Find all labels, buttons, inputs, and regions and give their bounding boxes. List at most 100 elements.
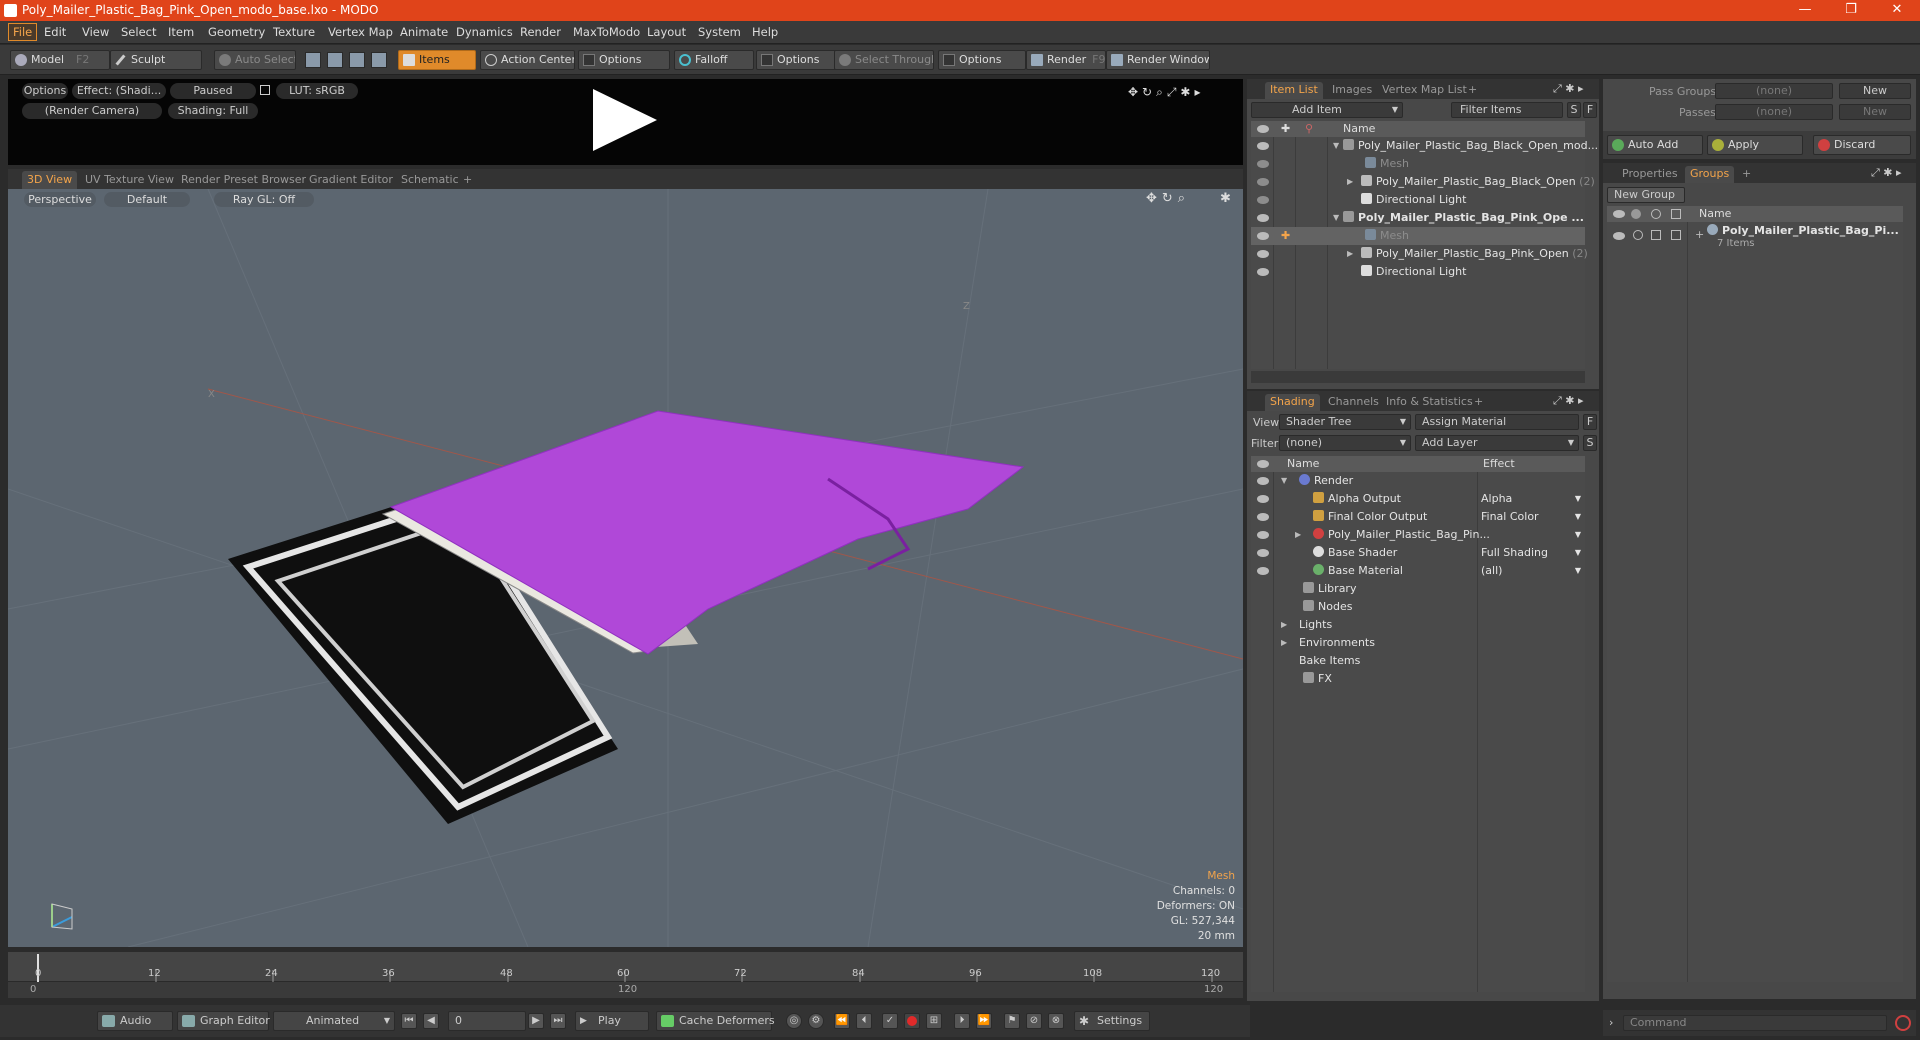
shader-row-fx[interactable]: FX — [1303, 670, 1332, 688]
group-visibility-eye-icon[interactable] — [1613, 232, 1625, 240]
group-render-icon[interactable] — [1633, 230, 1643, 240]
expand-arrow-icon[interactable]: ▶ — [1347, 177, 1353, 186]
frame-input[interactable]: 0 — [448, 1011, 526, 1031]
timeline[interactable]: 0 12 24 36 48 60 72 84 96 108 120 0 120 … — [8, 952, 1243, 998]
menu-view[interactable]: View — [82, 25, 109, 39]
menu-edit[interactable]: Edit — [44, 25, 66, 39]
item-visibility-eye-icon[interactable] — [1257, 160, 1269, 168]
expand-arrow-icon[interactable]: ▶ — [1281, 638, 1287, 647]
restore-button[interactable]: ❐ — [1828, 0, 1874, 21]
channel-red-icon[interactable]: ⊘ — [1026, 1013, 1042, 1029]
item-visibility-eye-icon[interactable] — [1257, 178, 1269, 186]
item-visibility-eye-icon[interactable] — [1257, 232, 1269, 240]
shader-tree[interactable]: ▼ Render Alpha Output Alpha ▼ Final Color… — [1251, 472, 1585, 992]
polygons-mode-icon[interactable] — [349, 52, 365, 68]
prev-keyframe-icon[interactable]: ⏪ — [834, 1013, 850, 1029]
preview-paused-button[interactable]: Paused — [170, 83, 256, 99]
passes-dropdown[interactable]: (none) — [1715, 104, 1833, 120]
add-panel-tab-button[interactable]: + — [1463, 82, 1482, 99]
item-visibility-eye-icon[interactable] — [1257, 214, 1269, 222]
shader-row-alpha-output[interactable]: Alpha Output — [1313, 490, 1401, 508]
tab-3d-view[interactable]: 3D View — [22, 171, 78, 189]
shader-row-render[interactable]: Render — [1299, 472, 1353, 490]
channel-icon[interactable]: ⚑ — [1004, 1013, 1020, 1029]
filter-items-input[interactable]: Filter Items — [1451, 102, 1563, 118]
viewport-gear-icon[interactable]: ✱ — [1220, 191, 1231, 206]
effect-base-shader-dropdown[interactable]: Full Shading ▼ — [1481, 544, 1581, 562]
groups-list[interactable]: + Poly_Mailer_Plastic_Bag_Pi... 7 Items — [1607, 222, 1903, 982]
rewind-icon[interactable]: ⏴ — [856, 1013, 872, 1029]
expand-arrow-icon[interactable]: ▶ — [1281, 620, 1287, 629]
menu-render[interactable]: Render — [520, 25, 561, 39]
preview-effect-dropdown[interactable]: Effect: (Shadi... — [72, 83, 166, 99]
shader-filter-dropdown[interactable]: (none) ▼ — [1279, 435, 1411, 451]
discard-button[interactable]: Discard — [1813, 135, 1911, 155]
shader-visibility-eye-icon[interactable] — [1257, 495, 1269, 503]
panel-maximize-icon[interactable]: ⤢ ✱ ▸ — [1553, 82, 1584, 96]
effect-final-color-dropdown[interactable]: Final Color ▼ — [1481, 508, 1581, 526]
cache-deformers-button[interactable]: Cache Deformers — [656, 1011, 775, 1031]
auto-add-button[interactable]: Auto Add — [1607, 135, 1703, 155]
vertices-mode-icon[interactable] — [305, 52, 321, 68]
shader-row-bake-items[interactable]: Bake Items — [1299, 652, 1360, 670]
item-visibility-eye-icon[interactable] — [1257, 142, 1269, 150]
perspective-dropdown[interactable]: Perspective — [24, 192, 96, 207]
shader-row-material-group[interactable]: Poly_Mailer_Plastic_Bag_Pin... — [1313, 526, 1490, 544]
tab-vertex-map-list[interactable]: Vertex Map List — [1377, 82, 1472, 99]
go-to-start-icon[interactable]: ⏮ — [401, 1013, 417, 1029]
select-through-options-button[interactable]: Options — [938, 50, 1026, 70]
preview-lut-dropdown[interactable]: LUT: sRGB — [276, 83, 358, 99]
menu-dynamics[interactable]: Dynamics — [456, 25, 513, 39]
item-row-black-light[interactable]: Directional Light — [1361, 191, 1466, 209]
auto-key-icon[interactable]: ⚙ — [808, 1013, 824, 1029]
animated-dropdown[interactable]: Animated ▼ — [273, 1011, 395, 1031]
expand-arrow-icon[interactable]: ▼ — [1333, 213, 1339, 222]
menu-vertex-map[interactable]: Vertex Map — [328, 25, 393, 39]
close-button[interactable]: ✕ — [1874, 0, 1920, 21]
add-item-dropdown[interactable]: Add Item ▼ — [1251, 102, 1403, 118]
item-list-s-button[interactable]: S — [1567, 102, 1581, 118]
panel-maximize-icon[interactable]: ⤢ ✱ ▸ — [1871, 166, 1902, 180]
item-row-pink-group[interactable]: Poly_Mailer_Plastic_Bag_Pink_Open (2) — [1361, 245, 1588, 263]
command-input[interactable]: Command — [1623, 1015, 1887, 1031]
falloff-button[interactable]: Falloff — [674, 50, 754, 70]
tab-channels[interactable]: Channels — [1323, 394, 1384, 411]
tab-schematic[interactable]: Schematic — [396, 171, 464, 189]
pass-groups-dropdown[interactable]: (none) — [1715, 83, 1833, 99]
shader-visibility-eye-icon[interactable] — [1257, 531, 1269, 539]
shader-row-library[interactable]: Library — [1303, 580, 1356, 598]
item-lock-icon[interactable]: ✚ — [1281, 229, 1290, 242]
preview-shading-dropdown[interactable]: Shading: Full — [168, 103, 258, 119]
viewport-nav-icons[interactable]: ✥↻⌕ — [1146, 191, 1190, 206]
group-select-icon[interactable] — [1671, 230, 1681, 240]
shader-visibility-eye-icon[interactable] — [1257, 477, 1269, 485]
preview-camera-dropdown[interactable]: (Render Camera) — [22, 103, 162, 119]
item-visibility-eye-icon[interactable] — [1257, 250, 1269, 258]
shader-row-final-color-output[interactable]: Final Color Output — [1313, 508, 1427, 526]
auto-select-button[interactable]: Auto Select — [214, 50, 296, 70]
tab-groups[interactable]: Groups — [1685, 166, 1735, 183]
shader-row-nodes[interactable]: Nodes — [1303, 598, 1352, 616]
record-icon[interactable] — [904, 1013, 920, 1029]
play-icon[interactable] — [591, 87, 659, 153]
action-center-options-button[interactable]: Options — [578, 50, 670, 70]
group-lock-icon[interactable] — [1651, 230, 1661, 240]
add-panel-tab-button[interactable]: + — [1737, 166, 1756, 183]
action-center-button[interactable]: Action Center — [480, 50, 575, 70]
expand-arrow-icon[interactable]: ▶ — [1295, 530, 1301, 539]
effect-material-group-dropdown[interactable]: ▼ — [1481, 526, 1581, 544]
minimize-button[interactable]: — — [1782, 0, 1828, 21]
previous-key-icon[interactable]: ◀ — [423, 1013, 439, 1029]
add-layer-dropdown[interactable]: Add Layer ▼ — [1415, 435, 1579, 451]
render-window-button[interactable]: Render Window — [1106, 50, 1210, 70]
timeline-range[interactable]: 0 120 120 — [8, 984, 1243, 996]
audio-button[interactable]: Audio — [97, 1011, 173, 1031]
items-mode-button[interactable]: Items — [398, 50, 476, 70]
expand-arrow-icon[interactable]: ▶ — [1347, 249, 1353, 258]
expand-arrow-icon[interactable]: ▼ — [1281, 476, 1287, 485]
shader-visibility-eye-icon[interactable] — [1257, 549, 1269, 557]
3d-viewport[interactable]: Z X Perspective Default Ray GL: Off ✥↻⌕ … — [8, 189, 1243, 947]
menu-layout[interactable]: Layout — [647, 25, 686, 39]
delete-key-icon[interactable]: ⊞ — [926, 1013, 942, 1029]
tab-gradient-editor[interactable]: Gradient Editor — [304, 171, 398, 189]
